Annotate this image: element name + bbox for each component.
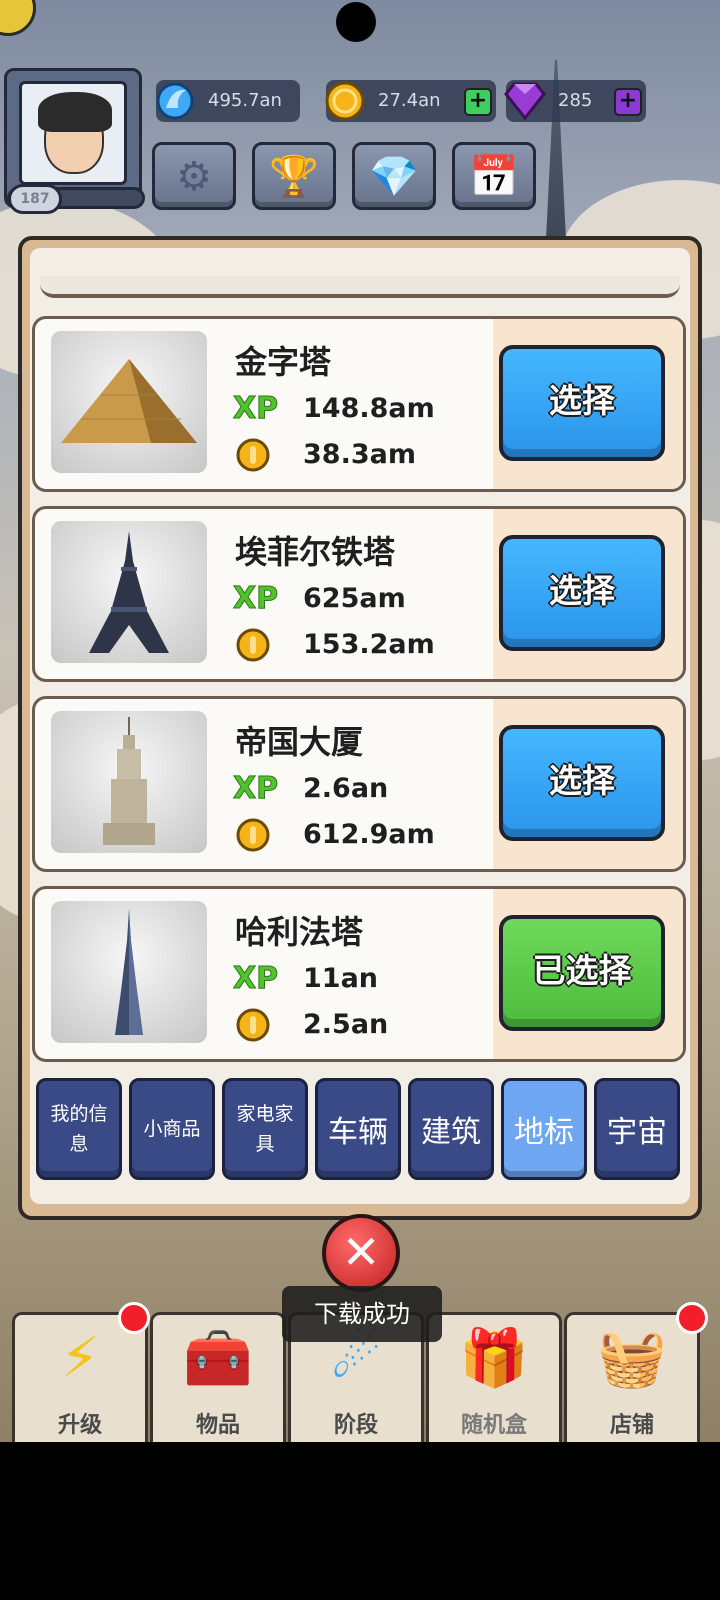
landmark-title: 金字塔 (235, 343, 332, 381)
tab-universe[interactable]: 宇宙 (594, 1078, 680, 1180)
notification-badge (118, 1302, 150, 1334)
gem-shop-button[interactable]: 💎 (352, 142, 436, 210)
selected-button[interactable]: 已选择 (499, 915, 665, 1031)
tab-label: 地标 (514, 1115, 574, 1150)
treasure-chest-icon: 🎁 (459, 1326, 529, 1391)
eiffel-tower-image (51, 521, 207, 663)
xp-value: 148.8am (303, 393, 435, 424)
empire-state-building-icon (103, 717, 155, 845)
gem-counter: 285 + (504, 80, 646, 122)
xp-icon: XP (232, 961, 279, 997)
xp-icon: XP (232, 581, 279, 617)
nav-label: 随机盒 (460, 1413, 527, 1438)
tab-landmarks[interactable]: 地标 (501, 1078, 587, 1180)
coin-value: 27.4an (378, 90, 441, 111)
tab-label: 建筑 (421, 1115, 481, 1150)
coin-value: 38.3am (303, 439, 416, 470)
tab-buildings[interactable]: 建筑 (408, 1078, 494, 1180)
nav-label: 店铺 (609, 1413, 654, 1438)
energy-value: 495.7an (208, 90, 282, 111)
close-icon[interactable]: ✕ (322, 1214, 400, 1292)
landmark-list[interactable]: 金字塔 XP 148.8am 38.3am 选择 埃菲尔铁塔 XP 625am … (30, 248, 690, 1204)
tab-label: 我的信息 (50, 1103, 108, 1155)
coin-value: 2.5an (303, 1009, 389, 1040)
select-button[interactable]: 选择 (499, 535, 665, 651)
xp-value: 2.6an (303, 773, 389, 804)
nav-label: 阶段 (333, 1413, 378, 1438)
calendar-icon: 📅 (469, 154, 519, 200)
add-gems-button[interactable]: + (614, 88, 642, 116)
scroll-edge (40, 276, 680, 298)
landmark-title: 埃菲尔铁塔 (235, 533, 396, 571)
nav-items[interactable]: 🧰 物品 (150, 1312, 286, 1442)
nav-label: 物品 (195, 1413, 240, 1438)
gem-icon: 💎 (369, 154, 419, 200)
select-button[interactable]: 选择 (499, 725, 665, 841)
purple-gem-icon (504, 82, 546, 121)
player-avatar-frame[interactable]: 187 (4, 68, 145, 214)
camera-cutout (336, 2, 376, 42)
level-badge: 187 (8, 184, 62, 214)
settings-button[interactable]: ⚙ (152, 142, 236, 210)
xp-value: 625am (303, 583, 406, 614)
tab-label: 家电家具 (236, 1103, 294, 1155)
nav-label: 升级 (57, 1413, 102, 1438)
pyramid-image (51, 331, 207, 473)
xp-icon: XP (232, 391, 279, 427)
coin-value: 612.9am (303, 819, 435, 850)
landmark-title: 帝国大厦 (235, 723, 364, 761)
burj-khalifa-icon (115, 909, 143, 1035)
landmark-panel: 金字塔 XP 148.8am 38.3am 选择 埃菲尔铁塔 XP 625am … (18, 236, 702, 1220)
notification-badge (676, 1302, 708, 1334)
tab-label: 小商品 (143, 1118, 201, 1140)
empire-state-image (51, 711, 207, 853)
coin-icon (236, 1008, 270, 1042)
avatar (19, 81, 127, 185)
avatar-hair (38, 92, 112, 132)
tab-label: 宇宙 (607, 1115, 667, 1150)
coin-icon (236, 438, 270, 472)
calendar-button[interactable]: 📅 (452, 142, 536, 210)
basket-icon: 🧺 (597, 1326, 667, 1391)
achievements-button[interactable]: 🏆 (252, 142, 336, 210)
tab-small-goods[interactable]: 小商品 (129, 1078, 215, 1180)
tab-vehicles[interactable]: 车辆 (315, 1078, 401, 1180)
landmark-card-empire-state: 帝国大厦 XP 2.6an 612.9am 选择 (32, 696, 686, 872)
xp-value: 11an (303, 963, 379, 994)
eiffel-tower-icon (89, 531, 169, 653)
gear-icon: ⚙ (176, 154, 212, 200)
xp-icon: XP (232, 771, 279, 807)
landmark-card-burj-khalifa: 哈利法塔 XP 11an 2.5an 已选择 (32, 886, 686, 1062)
coin-icon (236, 818, 270, 852)
tab-appliances-furniture[interactable]: 家电家具 (222, 1078, 308, 1180)
add-coins-button[interactable]: + (464, 88, 492, 116)
landmark-card-eiffel: 埃菲尔铁塔 XP 625am 153.2am 选择 (32, 506, 686, 682)
coin-counter: 27.4an + (325, 80, 496, 122)
gem-value: 285 (558, 90, 593, 111)
landmark-title: 哈利法塔 (235, 913, 364, 951)
nav-random-box[interactable]: 🎁 随机盒 (426, 1312, 562, 1442)
coin-value: 153.2am (303, 629, 435, 660)
energy-counter: 495.7an (156, 80, 300, 122)
coin-icon (236, 628, 270, 662)
chest-icon: 🧰 (183, 1326, 253, 1391)
pyramid-icon (61, 359, 197, 443)
landmark-card-pyramid: 金字塔 XP 148.8am 38.3am 选择 (32, 316, 686, 492)
tab-label: 车辆 (328, 1115, 388, 1150)
burj-khalifa-image (51, 901, 207, 1043)
nav-shop[interactable]: 🧺 店铺 (564, 1312, 700, 1442)
tab-my-info[interactable]: 我的信息 (36, 1078, 122, 1180)
trophy-icon: 🏆 (269, 154, 319, 200)
lightning-icon: ⚡ (60, 1326, 100, 1391)
toast-message: 下载成功 (282, 1286, 442, 1342)
level-progress-bar: 187 (7, 184, 145, 214)
blue-energy-icon (156, 82, 194, 120)
select-button[interactable]: 选择 (499, 345, 665, 461)
gold-coin-icon (325, 81, 365, 121)
